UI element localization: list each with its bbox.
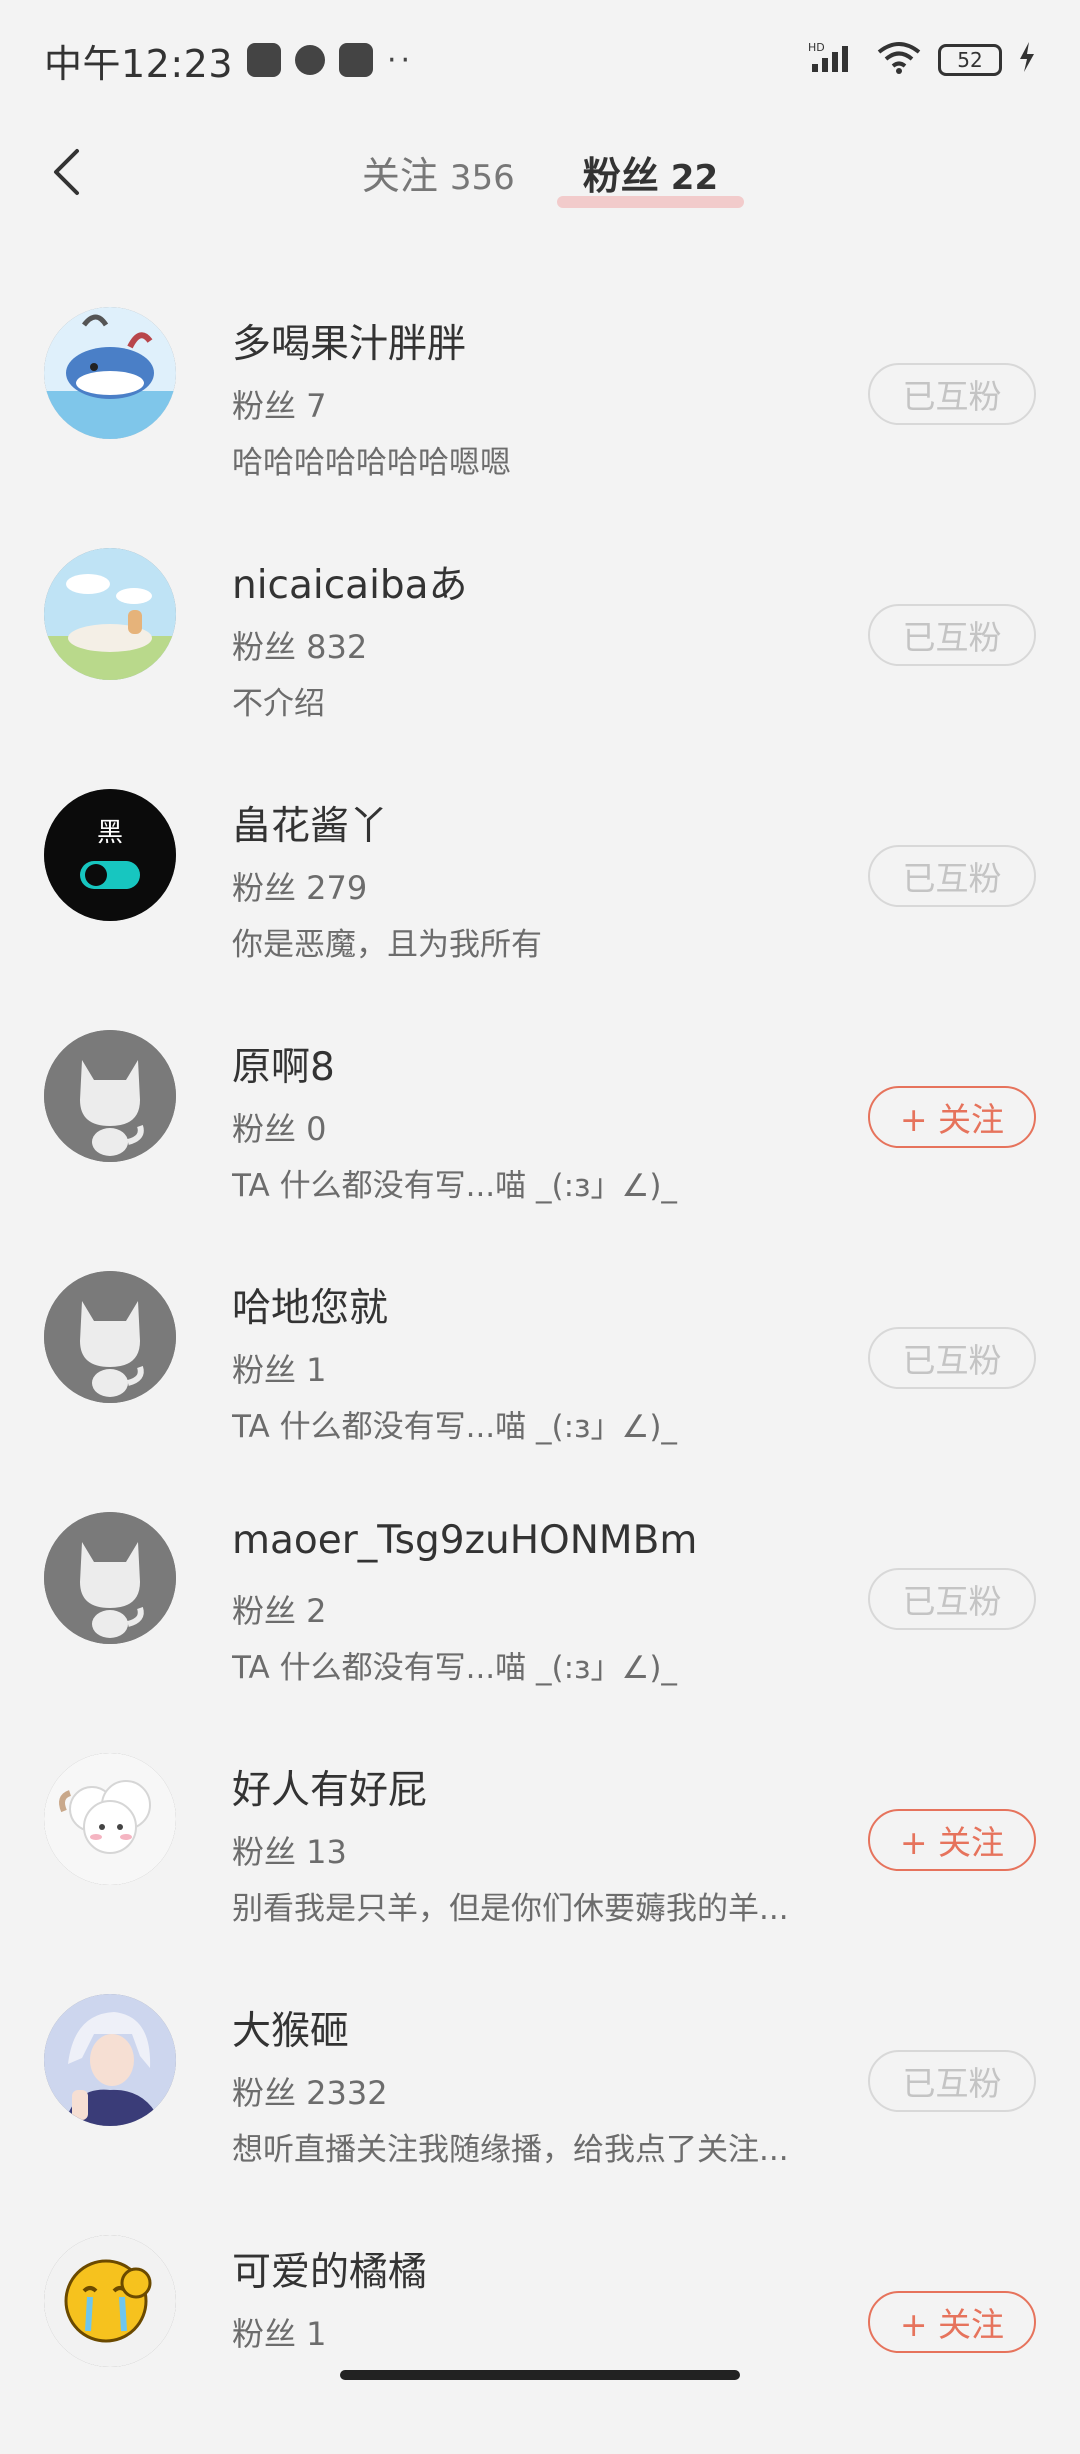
- sheep-avatar[interactable]: [44, 1753, 176, 1885]
- user-name[interactable]: maoer_Tsg9zuHONMBm: [232, 1518, 697, 1563]
- mutual-follow-button[interactable]: 已互粉: [868, 1327, 1036, 1389]
- fans-list: 多喝果汁胖胖 粉丝 7 哈哈哈哈哈哈哈嗯嗯 已互粉 nicaicaibaあ 粉丝…: [0, 285, 1080, 2454]
- user-name[interactable]: nicaicaibaあ: [232, 554, 468, 610]
- mutual-follow-button[interactable]: 已互粉: [868, 363, 1036, 425]
- tab-fans-count: 22: [670, 158, 719, 198]
- header: 关注 356 粉丝 22: [0, 120, 1080, 225]
- mutual-follow-button[interactable]: 已互粉: [868, 845, 1036, 907]
- list-item[interactable]: 原啊8 粉丝 0 TA 什么都没有写...喵 _(:з」∠)_ + 关注: [0, 1008, 1080, 1249]
- user-name[interactable]: 畠花酱丫: [232, 795, 388, 851]
- fan-count: 粉丝 1: [232, 1351, 327, 1389]
- fan-count: 粉丝 279: [232, 869, 368, 907]
- emoji-avatar[interactable]: [44, 2235, 176, 2367]
- user-name[interactable]: 可爱的橘橘: [232, 2241, 427, 2297]
- user-name[interactable]: 哈地您就: [232, 1277, 388, 1333]
- list-item[interactable]: 多喝果汁胖胖 粉丝 7 哈哈哈哈哈哈哈嗯嗯 已互粉: [0, 285, 1080, 526]
- user-bio: TA 什么都没有写...喵 _(:з」∠)_: [232, 1168, 677, 1204]
- app-notification-icon: [247, 43, 282, 77]
- default-cat-avatar[interactable]: [44, 1271, 176, 1403]
- list-item[interactable]: 好人有好屁 粉丝 13 别看我是只羊，但是你们休要薅我的羊... + 关注: [0, 1731, 1080, 1972]
- fan-count: 粉丝 7: [232, 387, 327, 425]
- cat-icon: [44, 1512, 176, 1644]
- signal-icon: HD: [808, 40, 860, 81]
- anime-avatar[interactable]: [44, 1994, 176, 2126]
- toggle-avatar[interactable]: 黑: [44, 789, 176, 921]
- fan-count: 粉丝 1: [232, 2315, 327, 2353]
- user-name[interactable]: 大猴砸: [232, 2000, 349, 2056]
- charging-icon: [1018, 41, 1036, 79]
- app-notification-icon: [339, 43, 374, 77]
- fan-count: 粉丝 13: [232, 1833, 347, 1871]
- list-item[interactable]: maoer_Tsg9zuHONMBm 粉丝 2 TA 什么都没有写...喵 _(…: [0, 1490, 1080, 1731]
- fan-count: 粉丝 2: [232, 1592, 327, 1630]
- list-item[interactable]: 大猴砸 粉丝 2332 想听直播关注我随缘播，给我点了关注... 已互粉: [0, 1972, 1080, 2213]
- mutual-follow-button[interactable]: 已互粉: [868, 1568, 1036, 1630]
- tab-fans[interactable]: 粉丝 22: [556, 145, 745, 208]
- tab-following-count: 356: [449, 158, 515, 198]
- user-bio: 想听直播关注我随缘播，给我点了关注...: [232, 2132, 789, 2168]
- status-time: 中午12:23: [44, 41, 234, 86]
- cat-icon: [44, 1030, 176, 1162]
- default-cat-avatar[interactable]: [44, 1030, 176, 1162]
- app-notification-icon: [295, 45, 326, 75]
- mutual-follow-button[interactable]: 已互粉: [868, 2050, 1036, 2112]
- user-bio: 哈哈哈哈哈哈哈嗯嗯: [232, 445, 511, 481]
- cat-icon: [44, 1271, 176, 1403]
- tab-following[interactable]: 关注 356: [362, 145, 515, 200]
- home-indicator[interactable]: [340, 2370, 740, 2380]
- fan-count: 粉丝 2332: [232, 2074, 388, 2112]
- user-name[interactable]: 多喝果汁胖胖: [232, 313, 466, 369]
- status-right: HD 52: [808, 40, 1036, 81]
- list-item[interactable]: nicaicaibaあ 粉丝 832 不介绍 已互粉: [0, 526, 1080, 767]
- follow-button[interactable]: + 关注: [868, 1809, 1036, 1871]
- user-bio: 别看我是只羊，但是你们休要薅我的羊...: [232, 1891, 789, 1927]
- user-bio: 不介绍: [232, 686, 325, 722]
- battery-icon: 52: [938, 44, 1002, 76]
- list-item[interactable]: 哈地您就 粉丝 1 TA 什么都没有写...喵 _(:з」∠)_ 已互粉: [0, 1249, 1080, 1490]
- list-item[interactable]: 可爱的橘橘 粉丝 1 + 关注: [0, 2213, 1080, 2454]
- user-bio: 你是恶魔，且为我所有: [232, 927, 542, 963]
- user-bio: TA 什么都没有写...喵 _(:з」∠)_: [232, 1409, 677, 1445]
- list-item[interactable]: 黑 畠花酱丫 粉丝 279 你是恶魔，且为我所有 已互粉: [0, 767, 1080, 1008]
- scenery-avatar[interactable]: [44, 548, 176, 680]
- mutual-follow-button[interactable]: 已互粉: [868, 604, 1036, 666]
- tab-following-label: 关注: [361, 154, 438, 198]
- network-label: HD: [808, 41, 825, 54]
- user-name[interactable]: 原啊8: [232, 1036, 335, 1092]
- more-notifications-icon: ··: [387, 42, 415, 78]
- fan-count: 粉丝 832: [232, 628, 368, 666]
- status-left: 中午12:23 ··: [44, 33, 414, 88]
- follow-button[interactable]: + 关注: [868, 1086, 1036, 1148]
- fan-count: 粉丝 0: [232, 1110, 327, 1148]
- tab-bar: 关注 356 粉丝 22: [0, 120, 1080, 225]
- whale-avatar[interactable]: [44, 307, 176, 439]
- avatar-glyph: 黑: [97, 818, 123, 848]
- status-bar: 中午12:23 ·· HD 52: [0, 0, 1080, 120]
- user-bio: TA 什么都没有写...喵 _(:з」∠)_: [232, 1650, 677, 1686]
- user-name[interactable]: 好人有好屁: [232, 1759, 427, 1815]
- wifi-icon: [876, 40, 922, 81]
- tab-fans-label: 粉丝: [582, 154, 659, 198]
- follow-button[interactable]: + 关注: [868, 2291, 1036, 2353]
- default-cat-avatar[interactable]: [44, 1512, 176, 1644]
